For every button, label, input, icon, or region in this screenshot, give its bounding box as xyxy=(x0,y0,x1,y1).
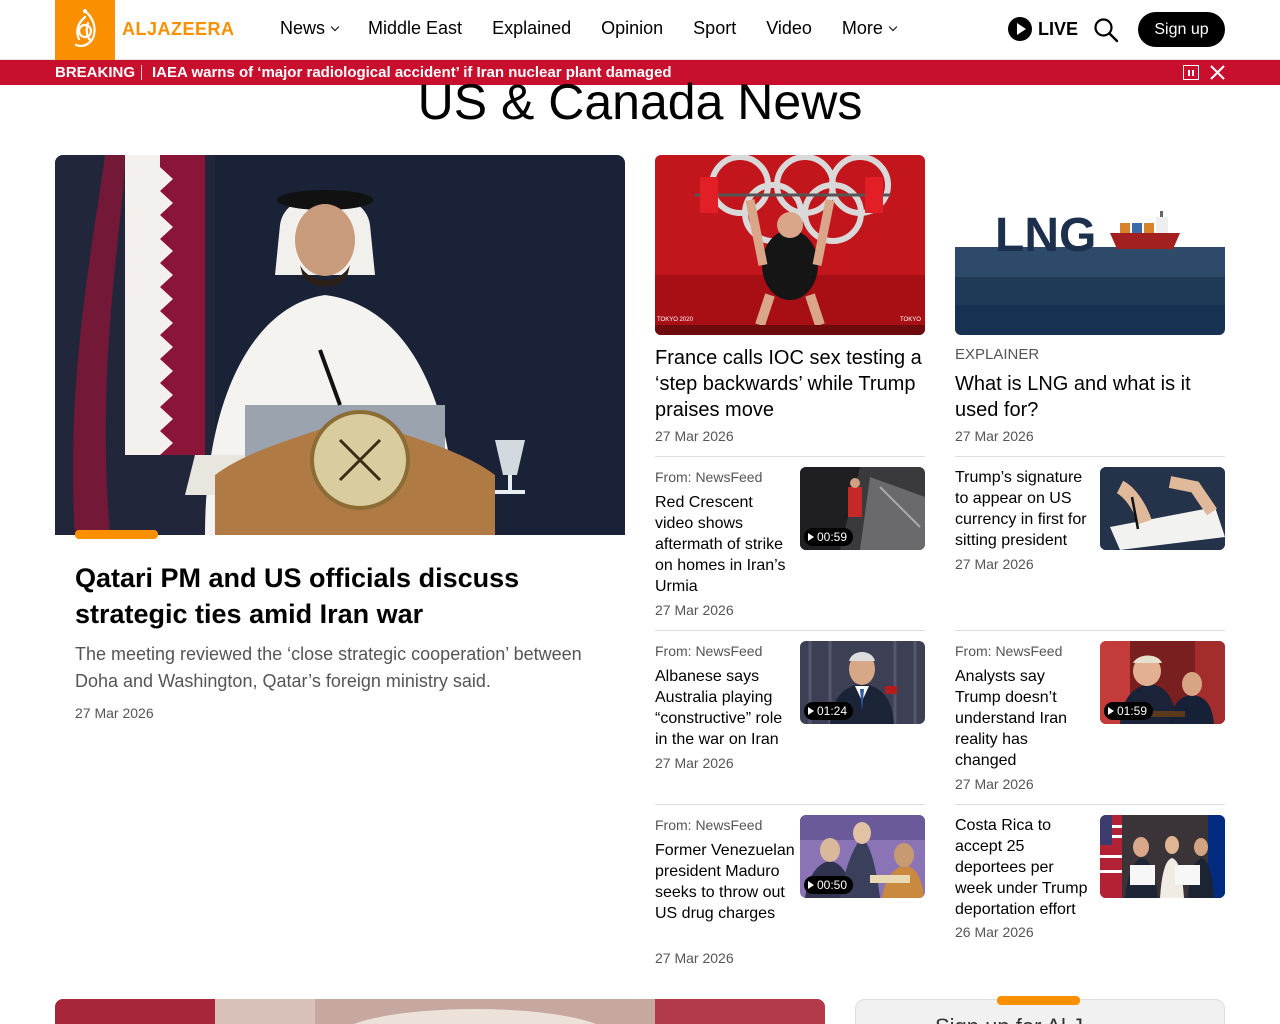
image-text: LNG xyxy=(995,209,1096,262)
divider xyxy=(655,804,925,805)
chevron-down-icon xyxy=(330,22,340,31)
live-button[interactable]: LIVE xyxy=(1008,17,1078,41)
video-duration: 00:59 xyxy=(804,528,854,546)
card-headline[interactable]: Former Venezuelan president Maduro seeks… xyxy=(655,840,795,924)
card-date: 27 Mar 2026 xyxy=(655,755,734,771)
card-headline[interactable]: Trump’s signature to appear on US curren… xyxy=(955,467,1095,551)
card-date: 26 Mar 2026 xyxy=(955,924,1034,940)
nav-item-news[interactable]: News xyxy=(280,18,340,39)
card-date: 27 Mar 2026 xyxy=(955,776,1034,792)
nav-item-middle-east[interactable]: Middle East xyxy=(368,18,462,39)
main-nav: News Middle East Explained Opinion Sport… xyxy=(280,18,898,39)
nav-item-opinion[interactable]: Opinion xyxy=(601,18,663,39)
video-thumbnail[interactable]: 00:59 xyxy=(800,467,925,550)
signup-button[interactable]: Sign up xyxy=(1138,12,1225,47)
feature-headline[interactable]: Qatari PM and US officials discuss strat… xyxy=(75,560,595,632)
card-headline[interactable]: Analysts say Trump doesn’t understand Ir… xyxy=(955,666,1090,771)
play-icon xyxy=(1008,17,1032,41)
nav-label: Explained xyxy=(492,18,572,38)
card-eyebrow: EXPLAINER xyxy=(955,346,1040,363)
feature-image[interactable] xyxy=(55,155,625,535)
card-date: 27 Mar 2026 xyxy=(655,950,734,966)
nav-label: Video xyxy=(766,18,812,38)
card-date: 27 Mar 2026 xyxy=(955,428,1034,444)
card-source: From: NewsFeed xyxy=(655,643,763,659)
card-headline[interactable]: What is LNG and what is it used for? xyxy=(955,371,1225,423)
divider xyxy=(655,630,925,631)
card-image-lng[interactable]: LNG xyxy=(955,155,1225,335)
card-image-weightlifting[interactable]: TOKYO 2020 TOKYO xyxy=(655,155,925,335)
card-thumbnail[interactable] xyxy=(1100,467,1225,550)
card-date: 27 Mar 2026 xyxy=(655,428,734,444)
card-headline[interactable]: Red Crescent video shows aftermath of st… xyxy=(655,492,790,597)
image-caption: TOKYO xyxy=(900,317,921,323)
feature-date: 27 Mar 2026 xyxy=(75,705,154,721)
divider xyxy=(955,630,1225,631)
nav-label: News xyxy=(280,18,326,38)
newsletter-tab-indicator xyxy=(997,996,1080,1005)
nav-item-video[interactable]: Video xyxy=(766,18,812,39)
nav-item-explained[interactable]: Explained xyxy=(492,18,571,39)
nav-label: More xyxy=(841,18,883,38)
card-headline[interactable]: Costa Rica to accept 25 deportees per we… xyxy=(955,815,1095,920)
card-headline[interactable]: Albanese says Australia playing “constru… xyxy=(655,666,795,750)
feature-tab-indicator xyxy=(75,530,158,539)
card-source: From: NewsFeed xyxy=(655,469,763,485)
nav-item-sport[interactable]: Sport xyxy=(693,18,736,39)
image-caption: TOKYO 2020 xyxy=(657,317,694,323)
brand-name[interactable]: ALJAZEERA xyxy=(122,19,235,40)
card-date: 27 Mar 2026 xyxy=(655,602,734,618)
video-duration: 01:24 xyxy=(804,702,854,720)
video-duration: 00:50 xyxy=(804,876,854,894)
feature-description: The meeting reviewed the ‘close strategi… xyxy=(75,644,582,691)
page-title: US & Canada News xyxy=(417,74,863,130)
video-thumbnail[interactable]: 01:59 xyxy=(1100,641,1225,724)
aljazeera-logo-icon[interactable] xyxy=(55,0,115,60)
search-icon[interactable] xyxy=(1093,17,1119,43)
card-date: 27 Mar 2026 xyxy=(955,556,1034,572)
newsletter-heading: Sign up for Al J xyxy=(935,1014,1083,1024)
bottom-feature-image[interactable] xyxy=(55,999,825,1024)
card-source: From: NewsFeed xyxy=(955,643,1063,659)
divider xyxy=(955,456,1225,457)
card-source: From: NewsFeed xyxy=(655,817,763,833)
video-thumbnail[interactable]: 01:24 xyxy=(800,641,925,724)
nav-label: Middle East xyxy=(368,18,463,38)
nav-item-more[interactable]: More xyxy=(841,18,898,39)
chevron-down-icon xyxy=(888,22,898,31)
card-thumbnail[interactable] xyxy=(1100,815,1225,898)
live-label: LIVE xyxy=(1038,18,1079,39)
divider xyxy=(655,456,925,457)
divider xyxy=(955,804,1225,805)
nav-label: Sport xyxy=(693,18,737,38)
nav-label: Opinion xyxy=(601,18,664,38)
video-thumbnail[interactable]: 00:50 xyxy=(800,815,925,898)
card-headline[interactable]: France calls IOC sex testing a ‘step bac… xyxy=(655,345,925,423)
video-duration: 01:59 xyxy=(1104,702,1154,720)
site-header: ALJAZEERA News Middle East Explained Opi… xyxy=(0,0,1280,60)
